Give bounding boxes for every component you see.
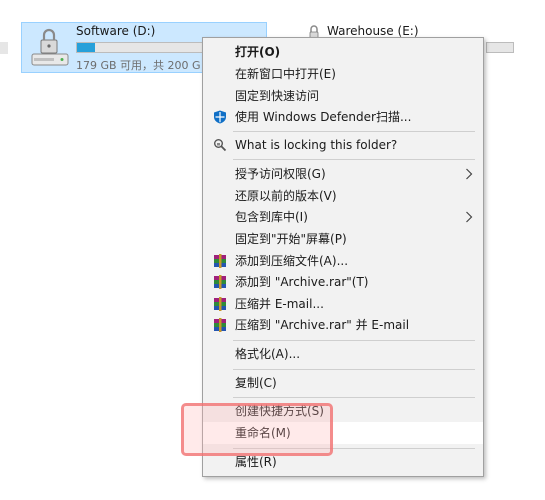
menu-item-pin-quick-access[interactable]: 固定到快速访问 [203, 85, 483, 107]
menu-item-pin-start[interactable]: 固定到"开始"屏幕(P) [203, 228, 483, 250]
menu-item-label: 授予访问权限(G) [235, 167, 326, 181]
menu-item-label: 使用 Windows Defender扫描... [235, 110, 412, 124]
menu-item-label: 压缩并 E-mail... [235, 297, 324, 311]
menu-item-label: 压缩到 "Archive.rar" 并 E-mail [235, 318, 410, 332]
menu-item-label: 在新窗口中打开(E) [235, 67, 336, 81]
menu-item-add-to-archive[interactable]: 添加到压缩文件(A)... [203, 250, 483, 272]
menu-item-add-to-archive-rar[interactable]: 添加到 "Archive.rar"(T) [203, 271, 483, 293]
menu-item-label: What is locking this folder? [235, 138, 398, 152]
annotation-highlight-box [181, 403, 333, 456]
menu-item-label: 格式化(A)... [235, 347, 301, 361]
chevron-right-icon [466, 168, 473, 180]
menu-separator [233, 159, 475, 160]
drive-name-warehouse[interactable]: Warehouse (E:) [327, 24, 419, 38]
menu-item-label: 添加到压缩文件(A)... [235, 254, 349, 268]
menu-item-copy[interactable]: 复制(C) [203, 372, 483, 394]
chevron-right-icon [466, 211, 473, 223]
drive-usage-fill [77, 43, 95, 52]
menu-separator [233, 131, 475, 132]
menu-item-what-is-locking[interactable]: What is locking this folder? [203, 134, 483, 156]
menu-item-compress-email[interactable]: 压缩并 E-mail... [203, 293, 483, 315]
winrar-icon [214, 318, 226, 332]
menu-item-label: 复制(C) [235, 376, 277, 390]
drive-name-software: Software (D:) [76, 24, 156, 38]
menu-separator [233, 369, 475, 370]
menu-item-open[interactable]: 打开(O) [203, 41, 483, 63]
menu-item-defender-scan[interactable]: 使用 Windows Defender扫描... [203, 106, 483, 128]
menu-item-restore-versions[interactable]: 还原以前的版本(V) [203, 185, 483, 207]
menu-item-compress-archive-email[interactable]: 压缩到 "Archive.rar" 并 E-mail [203, 314, 483, 336]
winrar-icon [214, 254, 226, 268]
menu-separator [233, 397, 475, 398]
menu-separator [233, 340, 475, 341]
windows-defender-icon [214, 110, 226, 124]
menu-item-grant-access[interactable]: 授予访问权限(G) [203, 163, 483, 185]
menu-item-label: 添加到 "Archive.rar"(T) [235, 275, 369, 289]
left-edge-bar [0, 42, 8, 54]
menu-item-label: 还原以前的版本(V) [235, 189, 337, 203]
lock-search-icon [214, 139, 227, 152]
drive-free-space: 179 GB 可用，共 200 G [76, 59, 201, 72]
drive-usage-bar [76, 42, 206, 53]
menu-item-format[interactable]: 格式化(A)... [203, 343, 483, 365]
drive-lock-icon [31, 28, 69, 66]
menu-item-open-new-window[interactable]: 在新窗口中打开(E) [203, 63, 483, 85]
drive-usage-bar-warehouse [486, 42, 514, 53]
menu-item-label: 固定到"开始"屏幕(P) [235, 232, 347, 246]
winrar-icon [214, 275, 226, 289]
menu-item-label: 固定到快速访问 [235, 89, 320, 103]
winrar-icon [214, 297, 226, 311]
menu-item-include-library[interactable]: 包含到库中(I) [203, 206, 483, 228]
menu-item-label: 包含到库中(I) [235, 210, 308, 224]
menu-item-label: 打开(O) [235, 45, 281, 59]
